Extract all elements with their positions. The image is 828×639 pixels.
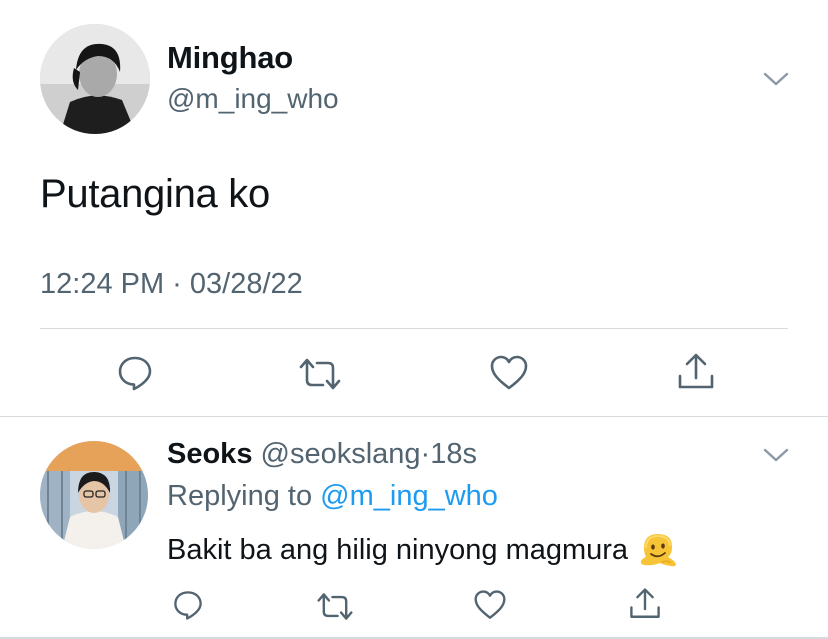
tweet-timestamp[interactable]: 12:24 PM · 03/28/22 <box>40 268 303 301</box>
divider <box>0 416 828 417</box>
tweet-thread: Minghao @m_ing_who Putangina ko 12:24 PM… <box>0 0 828 639</box>
share-icon[interactable] <box>676 352 716 392</box>
reply-icon[interactable] <box>116 354 154 392</box>
reply-time[interactable]: 18s <box>430 438 477 470</box>
author-name[interactable]: Minghao <box>167 40 293 76</box>
share-icon[interactable] <box>628 587 662 621</box>
reply-author-handle[interactable]: @seokslang <box>261 438 421 470</box>
retweet-icon[interactable] <box>298 356 342 392</box>
chevron-down-icon[interactable] <box>762 70 790 88</box>
reply-author-avatar[interactable] <box>40 441 148 549</box>
reply-text-line: Bakit ba ang hilig ninyong magmura <box>167 530 678 570</box>
author-avatar[interactable] <box>40 24 150 134</box>
heart-icon[interactable] <box>489 354 529 392</box>
reply-text: Bakit ba ang hilig ninyong magmura <box>167 533 629 566</box>
retweet-icon[interactable] <box>316 591 354 622</box>
melting-face-emoji-icon <box>640 534 677 567</box>
replying-to-handle[interactable]: @m_ing_who <box>320 480 498 512</box>
heart-icon[interactable] <box>473 589 507 621</box>
reply-icon[interactable] <box>172 589 204 621</box>
tweet-text: Putangina ko <box>40 172 270 216</box>
chevron-down-icon[interactable] <box>762 446 790 464</box>
replying-to-line: Replying to @m_ing_who <box>167 480 498 513</box>
author-handle[interactable]: @m_ing_who <box>167 83 339 115</box>
separator-dot: · <box>420 438 431 470</box>
divider <box>40 328 788 329</box>
reply-author-name[interactable]: Seoks <box>167 438 252 470</box>
reply-header: Seoks @seokslang·18s <box>167 438 477 471</box>
replying-to-label: Replying to <box>167 480 313 512</box>
